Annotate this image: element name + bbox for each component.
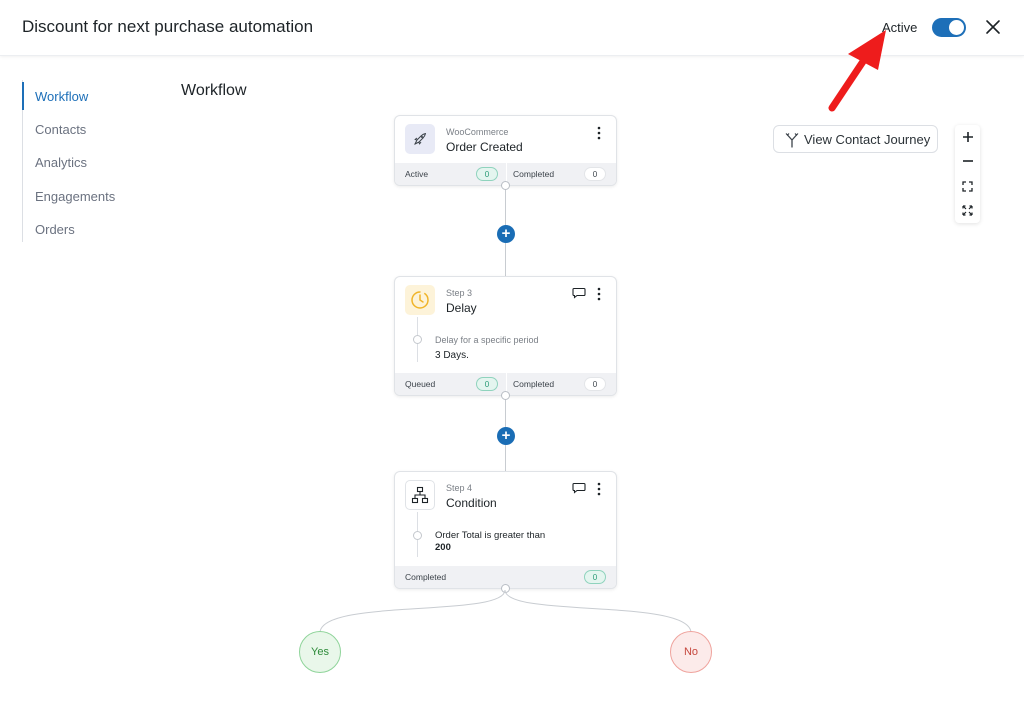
fit-screen-icon bbox=[962, 180, 973, 192]
delay-card[interactable]: Step 3 Delay Delay for a specific period… bbox=[394, 276, 617, 396]
detail-node bbox=[413, 335, 422, 344]
stat-count-badge: 0 bbox=[584, 377, 606, 391]
condition-value: 200 bbox=[435, 542, 451, 553]
annotation-arrow-icon bbox=[828, 30, 886, 112]
sitemap-icon bbox=[405, 480, 435, 510]
automation-title: Discount for next purchase automation bbox=[22, 17, 314, 36]
page-title: Workflow bbox=[181, 82, 247, 99]
fit-screen-button[interactable] bbox=[955, 174, 980, 198]
step-title: Delay bbox=[446, 301, 477, 315]
sidebar-item-contacts[interactable]: Contacts bbox=[35, 122, 86, 137]
trigger-card[interactable]: WooCommerce Order Created Active 0 Compl… bbox=[394, 115, 617, 186]
active-indicator bbox=[22, 82, 24, 110]
toggle-knob bbox=[949, 20, 964, 35]
active-toggle[interactable] bbox=[932, 18, 966, 37]
branch-yes[interactable]: Yes bbox=[299, 631, 341, 673]
branch-fork-icon bbox=[785, 133, 799, 148]
view-contact-journey-label: View Contact Journey bbox=[804, 132, 931, 147]
add-step-button[interactable]: + bbox=[497, 225, 515, 243]
more-options-icon[interactable] bbox=[592, 481, 606, 497]
connector-node bbox=[501, 181, 510, 190]
step-number: Step 3 bbox=[446, 288, 473, 298]
delay-duration: 3 Days. bbox=[435, 350, 469, 361]
step-number: Step 4 bbox=[446, 483, 473, 493]
close-button[interactable] bbox=[982, 16, 1004, 38]
rocket-icon bbox=[405, 124, 435, 154]
stat-count-badge: 0 bbox=[476, 167, 498, 181]
fullscreen-icon bbox=[962, 204, 973, 216]
trigger-title: Order Created bbox=[446, 140, 523, 154]
close-icon bbox=[986, 20, 1000, 34]
view-contact-journey-button[interactable]: View Contact Journey bbox=[773, 125, 938, 153]
branch-no[interactable]: No bbox=[670, 631, 712, 673]
trigger-source: WooCommerce bbox=[446, 127, 509, 137]
stat-count-badge: 0 bbox=[476, 377, 498, 391]
comment-icon[interactable] bbox=[572, 287, 586, 299]
stat-label: Queued bbox=[405, 379, 436, 389]
more-options-icon[interactable] bbox=[592, 286, 606, 302]
sidebar-nav: Workflow Contacts Analytics Engagements … bbox=[22, 80, 152, 242]
condition-rule: Order Total is greater than bbox=[435, 530, 546, 541]
condition-card[interactable]: Step 4 Condition Order Total is greater … bbox=[394, 471, 617, 589]
detail-node bbox=[413, 531, 422, 540]
sidebar-item-analytics[interactable]: Analytics bbox=[35, 155, 87, 170]
branch-connectors bbox=[319, 589, 692, 634]
delay-description: Delay for a specific period bbox=[435, 335, 539, 345]
zoom-controls bbox=[955, 125, 980, 223]
zoom-out-icon bbox=[962, 160, 973, 162]
comment-icon[interactable] bbox=[572, 482, 586, 494]
fullscreen-button[interactable] bbox=[955, 198, 980, 222]
stat-count-badge: 0 bbox=[584, 167, 606, 181]
stat-count-badge: 0 bbox=[584, 570, 606, 584]
stat-label: Active bbox=[405, 169, 429, 179]
sidebar-item-orders[interactable]: Orders bbox=[35, 222, 75, 237]
sidebar-item-engagements[interactable]: Engagements bbox=[35, 189, 115, 204]
stat-label: Completed bbox=[405, 572, 447, 582]
sidebar-item-workflow[interactable]: Workflow bbox=[35, 89, 88, 104]
connector-node bbox=[501, 391, 510, 400]
more-options-icon[interactable] bbox=[592, 125, 606, 141]
zoom-out-button[interactable] bbox=[955, 149, 980, 173]
stat-label: Completed bbox=[513, 169, 555, 179]
step-title: Condition bbox=[446, 496, 497, 510]
zoom-in-button[interactable] bbox=[955, 125, 980, 149]
zoom-in-icon bbox=[962, 132, 973, 142]
stat-label: Completed bbox=[513, 379, 555, 389]
add-step-button[interactable]: + bbox=[497, 427, 515, 445]
clock-icon bbox=[405, 285, 435, 315]
